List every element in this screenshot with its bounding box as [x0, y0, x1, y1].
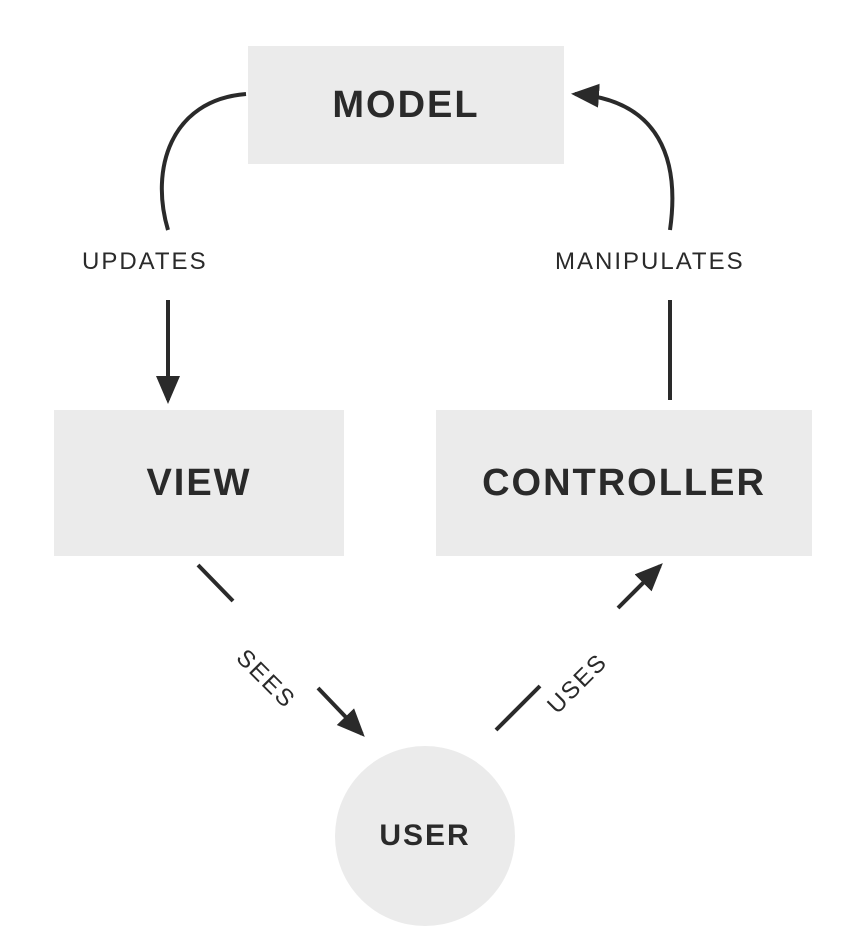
view-node: VIEW	[54, 410, 344, 556]
user-node: USER	[335, 746, 515, 926]
updates-arrow	[162, 94, 246, 230]
uses-arrow	[496, 686, 540, 730]
sees-arrow	[198, 565, 233, 601]
sees-edge-label: SEES	[230, 644, 301, 715]
updates-edge-label: UPDATES	[82, 248, 208, 276]
controller-node: CONTROLLER	[436, 410, 812, 556]
uses-edge-label: USES	[542, 648, 614, 720]
model-node: MODEL	[248, 46, 564, 164]
manipulates-edge-label: MANIPULATES	[555, 248, 745, 276]
